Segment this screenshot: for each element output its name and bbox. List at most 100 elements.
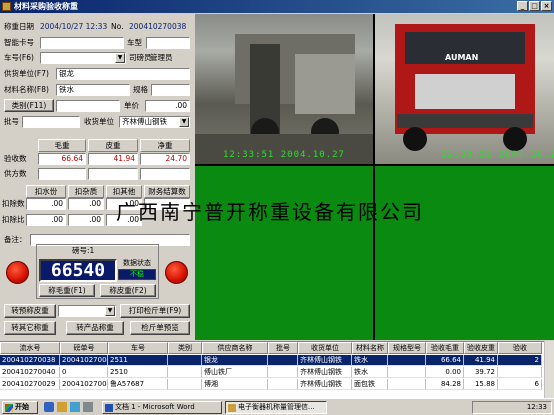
transfer-product-button[interactable]: 转产品称重 (66, 321, 124, 335)
accept-gross-field[interactable]: 66.64 (38, 153, 86, 165)
table-cell: 鲁A57687 (108, 379, 168, 390)
maximize-button[interactable]: □ (529, 1, 540, 11)
preview-slip-button[interactable]: 检斤单预览 (130, 321, 190, 335)
app-icon (228, 404, 236, 412)
supplier-field[interactable]: 银龙 (56, 68, 190, 80)
supply-tare-field[interactable] (88, 168, 138, 180)
table-cell: 铁水 (352, 367, 388, 378)
taskbar-item-app-label: 电子衡器机称量管理信... (238, 403, 315, 411)
window-controls: _ □ × (517, 1, 552, 11)
preset-tare-select[interactable]: ▼ (58, 305, 116, 317)
accept-row-label: 验收数 (4, 154, 27, 163)
column-header[interactable]: 验收皮重 (464, 342, 498, 354)
weight-reading-display: 66540 (39, 259, 117, 282)
ie-quicklaunch-icon[interactable] (44, 402, 54, 412)
column-header[interactable]: 磅单号 (60, 342, 108, 354)
category-button[interactable]: 类别(F11) (4, 99, 54, 112)
company-watermark: 广西南宁普开称重设备有限公司 (116, 200, 424, 224)
transfer-other-button[interactable]: 转其它称重 (4, 321, 56, 335)
table-scrollbar[interactable] (544, 341, 554, 398)
table-cell: 200410270042 (60, 379, 108, 390)
supply-row-label: 供方数 (4, 169, 27, 178)
plate-field[interactable]: ▼ (40, 52, 126, 64)
table-cell (168, 379, 202, 390)
column-header[interactable]: 批号 (268, 342, 298, 354)
app-icon (2, 2, 11, 11)
batch-field[interactable] (22, 116, 80, 128)
table-cell: 银龙 (202, 355, 268, 366)
preset-tare-button[interactable]: 转预称皮重 (4, 304, 56, 318)
remarks-label: 备注： (4, 235, 27, 244)
spec-field[interactable] (151, 84, 190, 96)
table-cell: 200410270040 (0, 367, 60, 378)
category-field[interactable] (56, 100, 120, 112)
weigh-gross-button[interactable]: 称毛重(F1) (39, 284, 95, 297)
column-header[interactable]: 供应商名称 (202, 342, 268, 354)
outlook-quicklaunch-icon[interactable] (57, 402, 67, 412)
data-status-label: 数据状态 (123, 259, 151, 267)
table-cell: 200410270029 (0, 379, 60, 390)
minimize-button[interactable]: _ (517, 1, 528, 11)
table-cell: 齐林傅山钢铁 (298, 355, 352, 366)
column-header[interactable]: 收货单位 (298, 342, 352, 354)
receiver-field[interactable]: 齐林傅山钢铁 ▼ (119, 116, 190, 128)
media-quicklaunch-icon[interactable] (83, 402, 93, 412)
camera-feed-1[interactable]: 12:33:51 2004.10.27 (195, 14, 373, 164)
column-header[interactable]: 车号 (108, 342, 168, 354)
chevron-down-icon[interactable]: ▼ (179, 117, 189, 127)
net-header: 净重 (140, 139, 190, 152)
taskbar-item-word-label: 文档 1 - Microsoft Word (115, 403, 195, 411)
camera-feed-2[interactable]: AUMAN 12:33:52 2004.10.27 (375, 14, 554, 164)
camera-grid: 12:33:51 2004.10.27 AUMAN 12:33:52 2004.… (195, 14, 554, 340)
camera-feed-4[interactable] (375, 166, 554, 340)
column-header[interactable]: 验收毛重 (426, 342, 464, 354)
material-field[interactable]: 铁水 (56, 84, 130, 96)
supply-net-field[interactable] (140, 168, 190, 180)
ratio-impurity-field[interactable]: .00 (68, 214, 104, 226)
table-cell (498, 367, 542, 378)
deduct-water-field[interactable]: .00 (26, 198, 66, 210)
records-table[interactable]: 流水号 磅单号 车号 类别 供应商名称 批号 收货单位 材料名称 规格型号 验收毛重 验收皮重 验收 … (0, 341, 554, 398)
ratio-water-field[interactable]: .00 (26, 214, 66, 226)
accept-net-field[interactable]: 24.70 (140, 153, 190, 165)
vehicle-type-field[interactable] (146, 37, 190, 49)
table-cell (268, 379, 298, 390)
spec-label: 规格 (133, 85, 148, 94)
window-titlebar: 材料采购验收称重 _ □ × (0, 0, 554, 13)
camera-1-timestamp: 12:33:51 2004.10.27 (223, 150, 345, 160)
no-value: 200410270038 (129, 22, 187, 31)
column-header[interactable]: 类别 (168, 342, 202, 354)
close-button[interactable]: × (541, 1, 552, 11)
unit-price-field[interactable]: .00 (145, 100, 190, 112)
weigh-tare-button[interactable]: 称皮重(F2) (100, 284, 156, 297)
supplier-label: 供货单位(F7) (4, 69, 49, 78)
taskbar: 开始 文档 1 - Microsoft Word 电子衡器机称量管理信... 1… (0, 398, 554, 415)
accept-tare-field[interactable]: 41.94 (88, 153, 138, 165)
supply-gross-field[interactable] (38, 168, 86, 180)
clock[interactable]: 12:33 (527, 403, 547, 411)
column-header[interactable]: 规格型号 (388, 342, 426, 354)
print-slip-button[interactable]: 打印检斤单(F9) (120, 304, 190, 318)
camera-2-timestamp: 12:33:52 2004.10.27 (441, 150, 554, 160)
deduct-impurity-field[interactable]: .00 (68, 198, 104, 210)
smartcard-field[interactable] (40, 37, 124, 49)
deduct-impurity-header: 扣杂质 (68, 185, 104, 198)
data-status-box: 数据状态 不稳 (118, 258, 156, 283)
table-cell (268, 355, 298, 366)
operator-label: 司磅员 (129, 53, 152, 62)
taskbar-item-weighing-app[interactable]: 电子衡器机称量管理信... (225, 401, 327, 414)
column-header[interactable]: 材料名称 (352, 342, 388, 354)
camera-feed-3[interactable] (195, 166, 373, 340)
table-cell (168, 355, 202, 366)
column-header[interactable]: 验收 (498, 342, 542, 354)
desktop-quicklaunch-icon[interactable] (70, 402, 80, 412)
chevron-down-icon[interactable]: ▼ (115, 53, 125, 63)
column-header[interactable]: 流水号 (0, 342, 60, 354)
chevron-down-icon[interactable]: ▼ (105, 306, 115, 316)
taskbar-item-word[interactable]: 文档 1 - Microsoft Word (102, 401, 222, 414)
start-button[interactable]: 开始 (2, 401, 38, 414)
deduct-amount-label: 扣除数 (2, 199, 25, 208)
start-label: 开始 (15, 403, 29, 411)
word-icon (105, 404, 113, 412)
table-cell: 傅山铁厂 (202, 367, 268, 378)
